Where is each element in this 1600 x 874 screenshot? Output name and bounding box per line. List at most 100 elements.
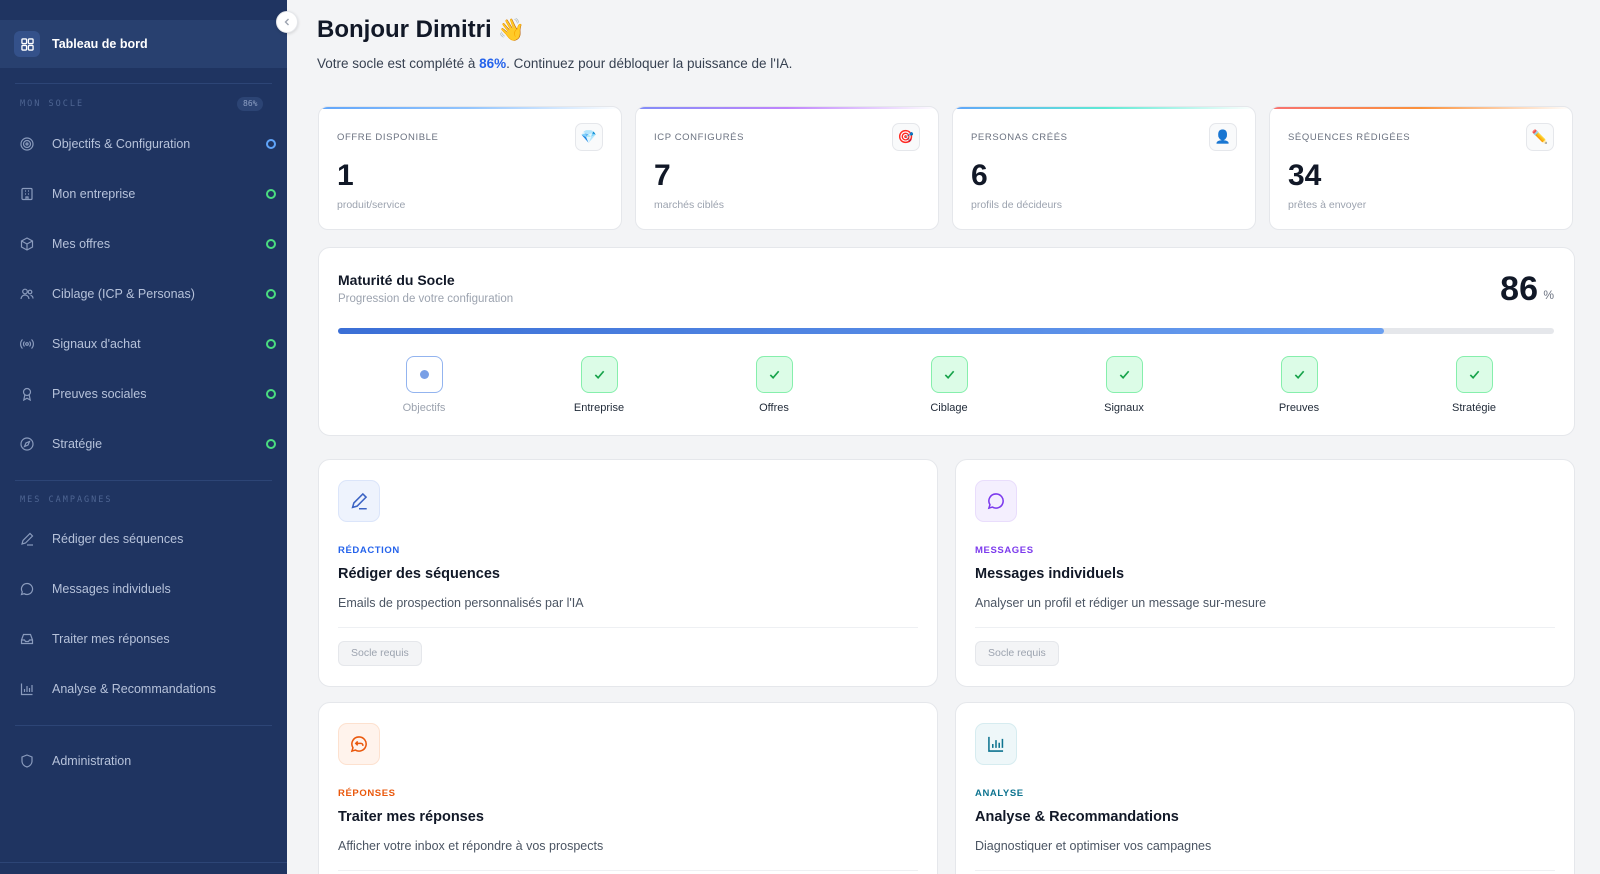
step-signaux[interactable]: Signaux xyxy=(1074,356,1174,414)
box-icon xyxy=(20,237,34,251)
sidebar-item-label: Stratégie xyxy=(52,437,103,451)
step-label: Preuves xyxy=(1278,402,1320,414)
sidebar-divider xyxy=(15,83,272,84)
sidebar-item-signaux[interactable]: Signaux d'achat xyxy=(0,327,287,361)
sidebar-divider xyxy=(15,480,272,481)
check-icon xyxy=(930,356,968,393)
step-label: Entreprise xyxy=(573,402,625,414)
module-card-reponses[interactable]: RÉPONSES Traiter mes réponses Afficher v… xyxy=(318,702,938,874)
stat-value: 1 xyxy=(337,159,354,192)
sidebar-item-label: Mon entreprise xyxy=(52,187,136,201)
step-offres[interactable]: Offres xyxy=(724,356,824,414)
sidebar-item-label: Rédiger des séquences xyxy=(52,532,184,546)
pencil-icon xyxy=(338,480,380,522)
step-label: Signaux xyxy=(1104,402,1144,414)
module-divider xyxy=(975,870,1555,871)
subtitle-text-before: Votre socle est complété à xyxy=(317,56,480,71)
step-label: Offres xyxy=(759,402,789,414)
sidebar-item-label: Administration xyxy=(52,754,132,768)
stat-label: ICP CONFIGURÉS xyxy=(654,132,745,143)
module-card-messages[interactable]: MESSAGES Messages individuels Analyser u… xyxy=(955,459,1575,687)
pencil-emoji-icon: ✏️ xyxy=(1526,123,1554,151)
inbox-icon xyxy=(20,632,34,646)
stat-sublabel: marchés ciblés xyxy=(654,199,725,211)
module-title: Rédiger des séquences xyxy=(338,566,500,582)
target-icon xyxy=(20,137,34,151)
socle-requis-badge: Socle requis xyxy=(975,641,1059,666)
sidebar-item-rediger-sequences[interactable]: Rédiger des séquences xyxy=(0,522,287,556)
users-icon xyxy=(20,287,34,301)
reply-chat-icon xyxy=(338,723,380,765)
status-dot-done xyxy=(266,189,276,199)
stat-label: SÉQUENCES RÉDIGÉES xyxy=(1288,132,1411,143)
status-dot-in-progress xyxy=(266,139,276,149)
sidebar-item-objectifs[interactable]: Objectifs & Configuration xyxy=(0,127,287,161)
module-title: Analyse & Recommandations xyxy=(975,809,1179,825)
stat-card-offre: OFFRE DISPONIBLE 💎 1 produit/service xyxy=(318,106,622,230)
sidebar-item-messages-individuels[interactable]: Messages individuels xyxy=(0,572,287,606)
check-icon xyxy=(580,356,618,393)
maturity-value: 86 xyxy=(1500,270,1538,308)
step-strategie[interactable]: Stratégie xyxy=(1424,356,1524,414)
sidebar-item-label: Traiter mes réponses xyxy=(52,632,170,646)
module-tag: ANALYSE xyxy=(975,788,1024,799)
chat-bubble-icon xyxy=(20,582,34,596)
sidebar-item-administration[interactable]: Administration xyxy=(0,744,287,778)
compass-icon xyxy=(20,437,34,451)
step-label: Stratégie xyxy=(1451,402,1497,414)
sidebar-collapse-button[interactable] xyxy=(276,11,298,33)
stat-label: PERSONAS CRÉÉS xyxy=(971,132,1068,143)
step-current-indicator xyxy=(405,356,443,393)
building-icon xyxy=(20,187,34,201)
step-ciblage[interactable]: Ciblage xyxy=(899,356,999,414)
step-entreprise[interactable]: Entreprise xyxy=(549,356,649,414)
stat-card-personas: PERSONAS CRÉÉS 👤 6 profils de décideurs xyxy=(952,106,1256,230)
module-card-redaction[interactable]: RÉDACTION Rédiger des séquences Emails d… xyxy=(318,459,938,687)
subtitle-text-after: . Continuez pour débloquer la puissance … xyxy=(506,56,793,71)
check-icon xyxy=(1105,356,1143,393)
maturity-progress-bar xyxy=(338,328,1554,334)
maturity-progress-fill xyxy=(338,328,1384,334)
module-tag: MESSAGES xyxy=(975,545,1034,556)
section-title-mon-socle: MON SOCLE xyxy=(20,99,85,109)
page-title: Bonjour Dimitri 👋 xyxy=(317,16,525,44)
sidebar-item-mes-offres[interactable]: Mes offres xyxy=(0,227,287,261)
sidebar-item-label: Signaux d'achat xyxy=(52,337,141,351)
stat-value: 34 xyxy=(1288,159,1322,192)
sidebar-divider xyxy=(15,725,272,726)
stat-value: 6 xyxy=(971,159,988,192)
gem-icon: 💎 xyxy=(575,123,603,151)
sidebar-divider xyxy=(0,862,287,863)
bar-chart-icon xyxy=(20,682,34,696)
stat-sublabel: profils de décideurs xyxy=(971,199,1063,211)
module-divider xyxy=(338,870,918,871)
step-objectifs[interactable]: Objectifs xyxy=(374,356,474,414)
sidebar-item-ciblage[interactable]: Ciblage (ICP & Personas) xyxy=(0,277,287,311)
sidebar-item-label: Preuves sociales xyxy=(52,387,147,401)
step-label: Ciblage xyxy=(930,402,968,414)
maturity-subtitle: Progression de votre configuration xyxy=(338,293,514,305)
sidebar-item-analyse[interactable]: Analyse & Recommandations xyxy=(0,672,287,706)
shield-icon xyxy=(20,754,34,768)
module-card-analyse[interactable]: ANALYSE Analyse & Recommandations Diagno… xyxy=(955,702,1575,874)
step-preuves[interactable]: Preuves xyxy=(1249,356,1349,414)
maturity-unit: % xyxy=(1543,288,1554,302)
sidebar-item-mon-entreprise[interactable]: Mon entreprise xyxy=(0,177,287,211)
module-title: Traiter mes réponses xyxy=(338,809,484,825)
module-title: Messages individuels xyxy=(975,566,1125,582)
waving-hand-icon: 👋 xyxy=(497,17,526,43)
dashboard-grid-icon xyxy=(14,31,40,57)
sidebar-item-label: Ciblage (ICP & Personas) xyxy=(52,287,195,301)
sidebar-item-traiter-reponses[interactable]: Traiter mes réponses xyxy=(0,622,287,656)
sidebar-item-strategie[interactable]: Stratégie xyxy=(0,427,287,461)
chat-bubble-icon xyxy=(975,480,1017,522)
current-dot-icon xyxy=(419,370,429,379)
sidebar-item-preuves[interactable]: Preuves sociales xyxy=(0,377,287,411)
person-icon: 👤 xyxy=(1209,123,1237,151)
check-icon xyxy=(755,356,793,393)
sidebar-item-tableau-de-bord[interactable]: Tableau de bord xyxy=(0,20,287,68)
sidebar-item-label: Tableau de bord xyxy=(52,37,148,51)
socle-requis-badge: Socle requis xyxy=(338,641,422,666)
greeting-text: Bonjour Dimitri xyxy=(317,16,492,43)
sidebar-item-label: Objectifs & Configuration xyxy=(52,137,191,151)
